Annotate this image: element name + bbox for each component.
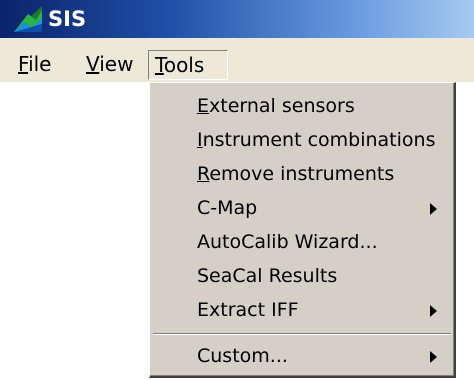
menu-item-label: Custom... (197, 341, 288, 371)
menu-item-text: C-Map (197, 197, 258, 219)
menu-item-label: AutoCalib Wizard... (197, 227, 378, 257)
menu-item-label: SeaCal Results (197, 261, 337, 291)
submenu-arrow-icon (430, 203, 437, 215)
menu-item-label: Instrument combinations (197, 125, 435, 155)
menu-item-instrument-combinations[interactable]: Instrument combinations (151, 123, 453, 157)
menu-item-label: Remove instruments (197, 159, 394, 189)
menu-item-text: nstrument combinations (202, 129, 436, 151)
menu-item-label: Extract IFF (197, 295, 299, 325)
menu-tools[interactable]: Tools (148, 50, 228, 80)
menu-item-text: Extract IFF (197, 299, 299, 321)
menu-item-c-map[interactable]: C-Map (151, 191, 453, 225)
menu-item-external-sensors[interactable]: External sensors (151, 89, 453, 123)
menu-item-text: Custom... (197, 345, 288, 367)
menu-item-label: C-Map (197, 193, 257, 223)
title-bar[interactable]: SIS (0, 0, 474, 38)
window-title: SIS (48, 7, 87, 31)
menu-tools-label: ools (163, 53, 205, 77)
menu-item-text: xternal sensors (209, 95, 355, 117)
menu-file[interactable]: File (12, 50, 57, 80)
menu-item-text: SeaCal Results (197, 265, 338, 287)
menu-view-accelerator: V (86, 52, 100, 76)
menu-item-autocalib-wizard[interactable]: AutoCalib Wizard... (151, 225, 453, 259)
menu-item-seacal-results[interactable]: SeaCal Results (151, 259, 453, 293)
menu-view[interactable]: View (80, 50, 139, 80)
menu-file-label: ile (28, 52, 52, 76)
app-logo-icon (14, 6, 42, 32)
menu-file-accelerator: F (18, 52, 29, 76)
menu-view-label: iew (99, 52, 134, 76)
menu-item-accelerator: E (197, 95, 210, 117)
submenu-arrow-icon (430, 351, 437, 363)
menu-separator (153, 333, 451, 335)
menu-item-custom[interactable]: Custom... (151, 339, 453, 373)
menu-item-extract-iff[interactable]: Extract IFF (151, 293, 453, 327)
menu-item-remove-instruments[interactable]: Remove instruments (151, 157, 453, 191)
menu-tools-accelerator: T (155, 53, 164, 77)
menu-item-label: External sensors (197, 91, 355, 121)
menu-item-accelerator: R (197, 163, 210, 185)
menu-item-text: AutoCalib Wizard... (197, 231, 378, 253)
tools-dropdown-menu: External sensors Instrument combinations… (149, 82, 456, 378)
menu-bar: File View Tools (0, 38, 474, 82)
submenu-arrow-icon (430, 305, 437, 317)
menu-item-text: emove instruments (209, 163, 395, 185)
